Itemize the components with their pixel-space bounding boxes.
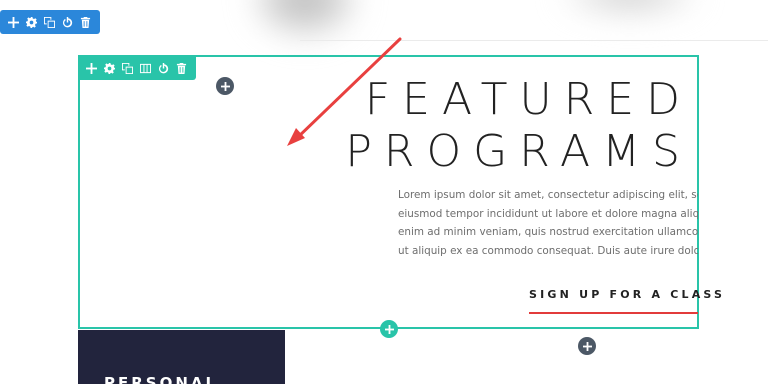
blurred-image-left [250, 0, 360, 40]
personal-card: PERSONAL [78, 330, 285, 384]
gear-icon[interactable] [24, 14, 38, 30]
add-module-button[interactable] [216, 77, 234, 95]
duplicate-icon[interactable] [120, 60, 134, 76]
divider [300, 40, 768, 41]
trash-icon[interactable] [174, 60, 188, 76]
add-module-button[interactable] [578, 337, 596, 355]
add-icon[interactable] [6, 14, 20, 30]
duplicate-icon[interactable] [42, 14, 56, 30]
featured-programs-heading: FEATURED PROGRAMS [345, 74, 692, 178]
sign-up-button[interactable]: SIGN UP FOR A CLASS [529, 288, 722, 314]
body-line: ut aliquip ex ea commodo consequat. Duis… [398, 244, 698, 257]
power-icon[interactable] [156, 60, 170, 76]
heading-line: PROGRAMS [345, 126, 692, 177]
section-toolbar [0, 10, 100, 34]
card-title: PERSONAL [104, 374, 219, 384]
heading-line: FEATURED [364, 74, 692, 125]
power-icon[interactable] [60, 14, 74, 30]
add-row-button[interactable] [380, 320, 398, 338]
trash-icon[interactable] [78, 14, 92, 30]
body-paragraph: Lorem ipsum dolor sit amet, consectetur … [398, 186, 698, 260]
plus-icon [384, 324, 394, 334]
row-toolbar [78, 56, 196, 80]
plus-icon [582, 341, 592, 351]
plus-icon [220, 81, 230, 91]
columns-icon[interactable] [138, 60, 152, 76]
blurred-image-right [560, 0, 700, 18]
gear-icon[interactable] [102, 60, 116, 76]
body-line: enim ad minim veniam, quis nostrud exerc… [398, 226, 698, 239]
body-line: Lorem ipsum dolor sit amet, consectetur … [398, 189, 698, 201]
add-icon[interactable] [84, 60, 98, 76]
body-line: eiusmod tempor incididunt ut labore et d… [398, 207, 698, 220]
